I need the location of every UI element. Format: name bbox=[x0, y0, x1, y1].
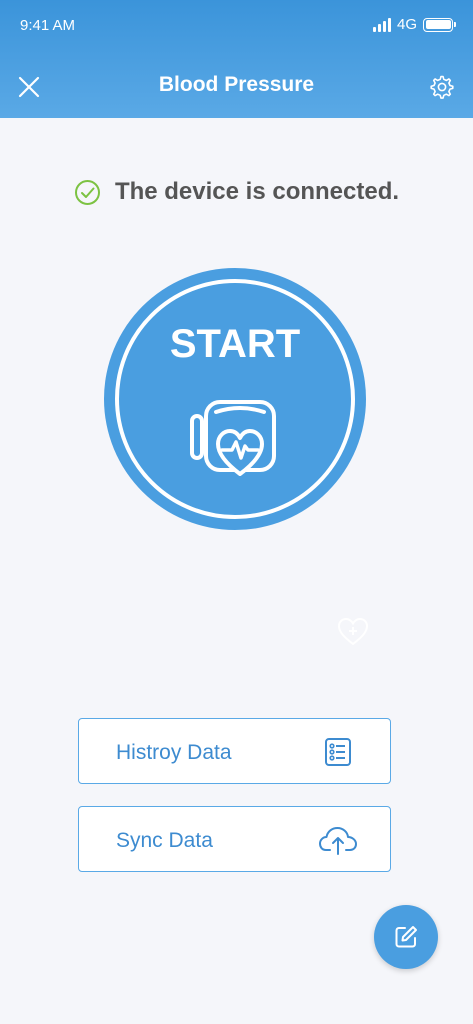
cloud-upload-icon bbox=[319, 827, 357, 855]
page-title: Blood Pressure bbox=[158, 73, 315, 96]
status-indicators: 4G bbox=[372, 16, 456, 33]
app-header: 9:41 AM 4G Blood Pressure bbox=[0, 0, 473, 118]
connection-text: The device is connected. bbox=[114, 178, 400, 205]
start-button[interactable]: START bbox=[104, 268, 366, 530]
signal-icon bbox=[372, 17, 391, 32]
status-time: 9:41 AM bbox=[20, 17, 76, 34]
settings-button[interactable] bbox=[427, 73, 455, 101]
blood-pressure-cuff-icon bbox=[190, 400, 276, 476]
sync-data-label: Sync Data bbox=[116, 829, 213, 852]
history-data-label: Histroy Data bbox=[116, 741, 232, 764]
list-icon bbox=[325, 738, 351, 766]
edit-icon bbox=[395, 926, 417, 948]
sync-data-button[interactable]: Sync Data bbox=[78, 806, 391, 872]
edit-fab-button[interactable] bbox=[374, 905, 438, 969]
start-label: START bbox=[169, 322, 301, 366]
check-circle-icon bbox=[74, 179, 100, 205]
battery-icon bbox=[423, 17, 456, 32]
history-data-button[interactable]: Histroy Data bbox=[78, 718, 391, 784]
gear-icon bbox=[430, 75, 454, 99]
connection-status: The device is connected. bbox=[0, 178, 473, 206]
network-type: 4G bbox=[396, 16, 417, 33]
status-bar: 9:41 AM 4G bbox=[0, 0, 473, 50]
heart-add-icon[interactable] bbox=[336, 616, 370, 648]
